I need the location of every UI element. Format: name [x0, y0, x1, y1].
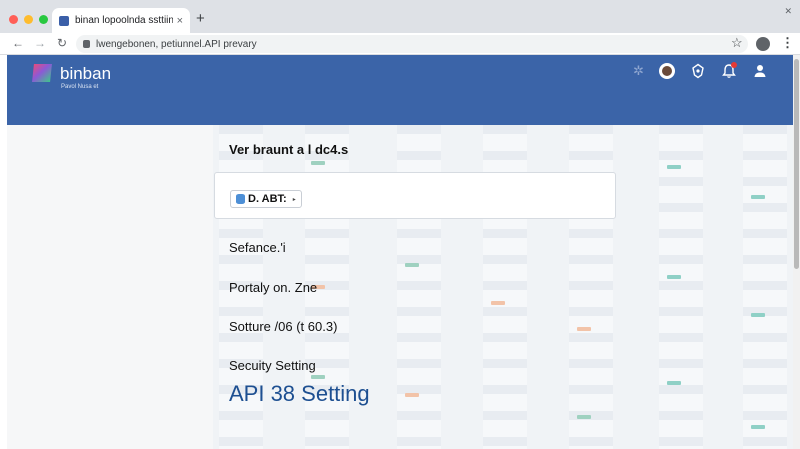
- forward-arrow-icon[interactable]: →: [34, 36, 46, 50]
- user-icon[interactable]: [750, 61, 770, 81]
- address-bar[interactable]: lwengebonen, petiunnel.API prevary: [76, 35, 748, 53]
- sparkle-icon: ✲: [633, 63, 644, 78]
- window-close-icon[interactable]: ✕: [784, 6, 792, 17]
- back-arrow-icon[interactable]: ←: [12, 36, 24, 50]
- menu-item-api-setting[interactable]: API 38 Setting: [229, 381, 370, 407]
- menu-item-security-setting[interactable]: Secuity Setting: [229, 358, 316, 373]
- browser-tab[interactable]: binan lopoolnda ssttiing ×: [52, 8, 190, 33]
- app-header: binban Pavol Nusa et ✲: [7, 55, 793, 125]
- new-tab-button[interactable]: +: [196, 10, 205, 27]
- browser-window: binan lopoolnda ssttiing × + ✕ ← → ↻ lwe…: [0, 0, 800, 449]
- selector-value: D. ABT:: [248, 193, 287, 205]
- scrollbar[interactable]: [793, 55, 800, 449]
- caret-icon: ▸: [292, 196, 296, 203]
- menu-item-sefance[interactable]: Sefance.'i: [229, 240, 286, 255]
- tab-title: binan lopoolnda ssttiing: [75, 15, 173, 26]
- url-text[interactable]: lwengebonen, petiunnel.API prevary: [96, 39, 257, 50]
- bell-icon[interactable]: [719, 61, 739, 81]
- tab-close-icon[interactable]: ×: [177, 15, 183, 27]
- kebab-menu-icon[interactable]: ⋮: [781, 35, 794, 51]
- logo-icon: [32, 64, 52, 82]
- selector-box[interactable]: D. ABT: ▸: [214, 172, 616, 219]
- tab-strip: binan lopoolnda ssttiing × + ✕: [0, 0, 800, 33]
- avatar-icon[interactable]: [657, 61, 677, 81]
- scroll-thumb[interactable]: [794, 59, 799, 269]
- reload-icon[interactable]: ↻: [57, 36, 67, 50]
- lock-icon[interactable]: [83, 40, 90, 48]
- brand-subtitle: Pavol Nusa et: [61, 84, 99, 90]
- minimize-window-button[interactable]: [24, 15, 33, 24]
- profile-icon[interactable]: [756, 37, 770, 51]
- section-title: Ver braunt a l dc4.s: [229, 142, 349, 157]
- brand-name[interactable]: binban: [60, 64, 111, 84]
- browser-toolbar: ← → ↻ lwengebonen, petiunnel.API prevary…: [0, 33, 800, 55]
- menu-item-portaly[interactable]: Portaly on. Zne: [229, 280, 317, 295]
- close-window-button[interactable]: [9, 15, 18, 24]
- favicon-icon: [59, 15, 69, 26]
- feedback-icon[interactable]: [688, 61, 708, 81]
- notification-dot: [731, 62, 737, 68]
- star-icon[interactable]: ☆: [731, 35, 743, 51]
- maximize-window-button[interactable]: [39, 15, 48, 24]
- database-icon: [236, 194, 245, 204]
- database-selector[interactable]: D. ABT: ▸: [230, 190, 302, 208]
- main-content: Ver braunt a l dc4.s D. ABT: ▸ Sefance.'…: [7, 125, 793, 449]
- menu-item-sotture[interactable]: Sotture /06 (t 60.3): [229, 319, 337, 334]
